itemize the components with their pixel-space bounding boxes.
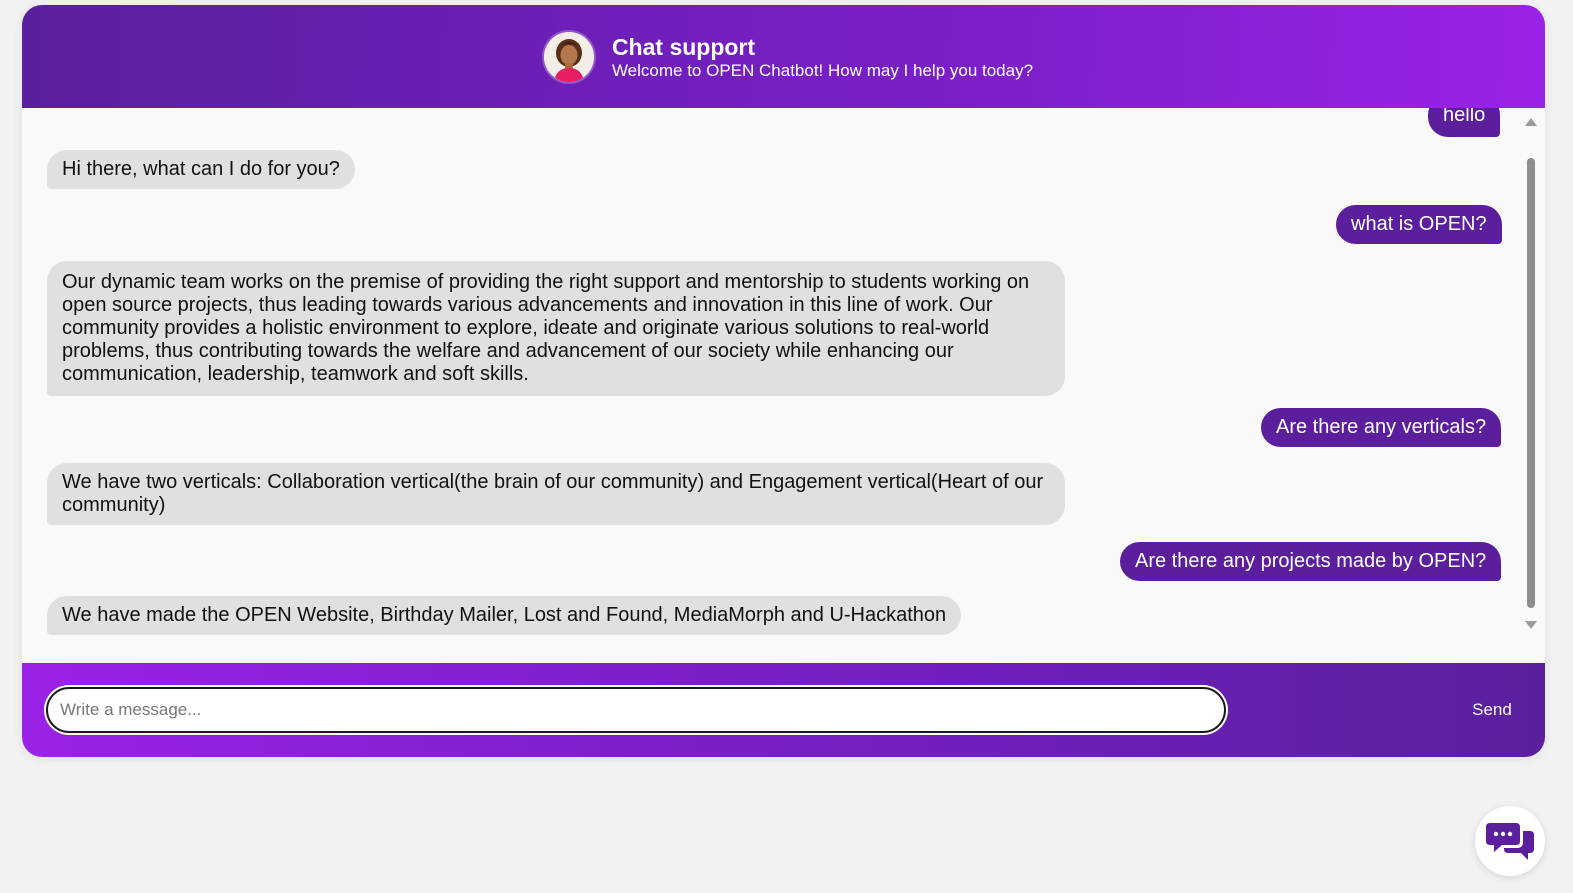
support-agent-avatar [543, 31, 594, 82]
bot-message: Our dynamic team works on the premise of… [47, 261, 1065, 396]
chat-launcher-button[interactable] [1475, 806, 1545, 876]
scroll-up-arrow-icon[interactable] [1525, 118, 1537, 126]
bot-message: We have made the OPEN Website, Birthday … [47, 596, 962, 635]
header-subtitle: Welcome to OPEN Chatbot! How may I help … [611, 60, 1034, 80]
user-message: what is OPEN? [1336, 205, 1502, 244]
send-button[interactable]: Send [1442, 690, 1542, 730]
user-message: Are there any verticals? [1261, 408, 1502, 447]
header-content: Chat support Welcome to OPEN Chatbot! Ho… [543, 31, 1033, 82]
avatar-icon [543, 31, 594, 82]
header-text: Chat support Welcome to OPEN Chatbot! Ho… [612, 33, 1033, 81]
scrollbar-thumb[interactable] [1527, 158, 1535, 608]
chat-header: Chat support Welcome to OPEN Chatbot! Ho… [22, 5, 1545, 108]
chat-footer: Send [22, 663, 1545, 757]
scroll-down-arrow-icon[interactable] [1525, 621, 1537, 629]
chat-bubbles-icon [1486, 823, 1534, 860]
bot-message: We have two verticals: Collaboration ver… [47, 463, 1065, 525]
bot-message: Hi there, what can I do for you? [47, 150, 355, 189]
chatbox: Chat support Welcome to OPEN Chatbot! Ho… [22, 5, 1545, 757]
message-input[interactable] [46, 687, 1226, 733]
user-message: hello [1428, 108, 1501, 137]
user-message: Are there any projects made by OPEN? [1120, 542, 1502, 581]
message-scrollbar[interactable] [1519, 108, 1545, 633]
message-list[interactable]: hello Hi there, what can I do for you? w… [22, 108, 1545, 663]
header-title: Chat support [611, 33, 756, 60]
